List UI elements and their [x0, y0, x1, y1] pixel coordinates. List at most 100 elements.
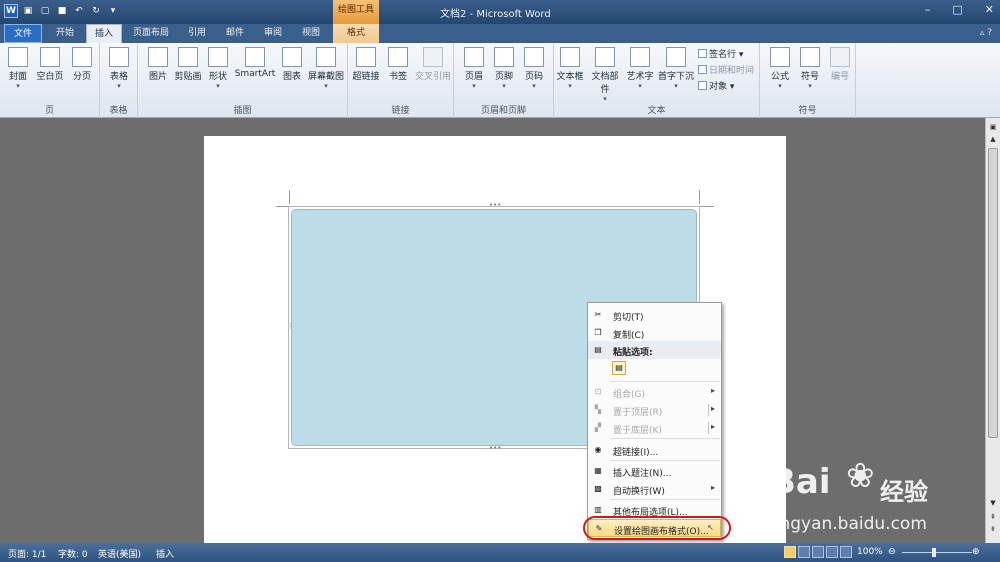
- textbox-icon: [560, 47, 580, 67]
- context-menu: ✂ 剪切(T) ❐ 复制(C) ▤ 粘贴选项: ⊡ 组合(G) ▸ ▚ 置于顶层(R) ▸ ▞…: [587, 302, 722, 540]
- chart-button[interactable]: 图表: [278, 47, 306, 82]
- header-button[interactable]: 页眉 ▾: [460, 47, 488, 90]
- smartart-button[interactable]: SmartArt: [234, 47, 276, 79]
- open-folder-icon[interactable]: ▣: [21, 4, 35, 18]
- save-icon[interactable]: ■: [55, 4, 69, 18]
- menu-item-bring-to-front[interactable]: ▚ 置于顶层(R) ▸: [588, 401, 721, 419]
- canvas-handle-left[interactable]: ⋮: [287, 322, 294, 330]
- baidu-watermark: Bai ❀ 经验 jingyan.baidu.com: [770, 456, 990, 542]
- tab-references[interactable]: 引用: [180, 24, 214, 43]
- maximize-button[interactable]: □: [952, 3, 962, 16]
- textbox-button[interactable]: 文本框 ▾: [556, 47, 584, 90]
- blank-page-icon: [40, 47, 60, 67]
- tab-view[interactable]: 视图: [294, 24, 328, 43]
- redo-icon[interactable]: ↻: [89, 4, 103, 18]
- menu-item-insert-caption[interactable]: ▦ 插入题注(N)...: [588, 462, 721, 480]
- bookmark-button[interactable]: 书签: [384, 47, 412, 82]
- cover-page-button[interactable]: 封面 ▾: [4, 47, 32, 90]
- blank-page-button[interactable]: 空白页: [36, 47, 64, 82]
- menu-item-group[interactable]: ⊡ 组合(G) ▸: [588, 383, 721, 401]
- hyperlink-button[interactable]: 超链接: [352, 47, 380, 82]
- zoom-level[interactable]: 100%: [857, 547, 883, 557]
- ruler-toggle-icon[interactable]: ▣: [988, 122, 998, 132]
- tab-file[interactable]: 文件: [4, 24, 42, 43]
- cross-reference-button[interactable]: 交叉引用: [414, 47, 452, 82]
- word-count[interactable]: 字数: 0: [58, 547, 88, 560]
- word-logo-icon[interactable]: W: [4, 4, 18, 18]
- close-button[interactable]: ✕: [985, 3, 994, 16]
- menu-item-copy[interactable]: ❐ 复制(C): [588, 324, 721, 342]
- title-bar: W ▣ ▢ ■ ↶ ↻ ▾ 绘图工具 文档2 - Microsoft Word …: [0, 0, 1000, 24]
- header-icon: [464, 47, 484, 67]
- tab-insert[interactable]: 插入: [86, 24, 122, 43]
- baidu-logo-text: Bai: [770, 462, 831, 502]
- scrollbar-thumb[interactable]: [988, 148, 998, 438]
- outline-view-icon[interactable]: [826, 546, 838, 558]
- tab-page-layout[interactable]: 页面布局: [126, 24, 176, 43]
- screenshot-button[interactable]: 屏幕截图 ▾: [306, 47, 346, 90]
- red-highlight-annotation: [583, 516, 731, 540]
- canvas-handle-top[interactable]: •••: [489, 201, 501, 209]
- object-button[interactable]: 对象 ▾: [698, 79, 734, 92]
- table-button[interactable]: 表格 ▾: [105, 47, 133, 90]
- cover-page-icon: [8, 47, 28, 67]
- group-label-symbols: 符号: [798, 106, 817, 116]
- tab-home[interactable]: 开始: [48, 24, 82, 43]
- undo-icon[interactable]: ↶: [72, 4, 86, 18]
- zoom-in-icon[interactable]: ⊕: [972, 547, 980, 557]
- date-time-button[interactable]: 日期和时间: [698, 63, 754, 76]
- baidu-jingyan-text: 经验: [880, 478, 928, 506]
- equation-button[interactable]: 公式 ▾: [766, 47, 794, 90]
- customize-qat-icon[interactable]: ▾: [106, 4, 120, 18]
- tab-review[interactable]: 审阅: [256, 24, 290, 43]
- scroll-up-icon[interactable]: ▲: [988, 134, 998, 144]
- menu-item-hyperlink[interactable]: ◉ 超链接(I)...: [588, 441, 721, 459]
- window-controls: – □ ✕: [925, 3, 994, 16]
- quick-parts-button[interactable]: 文档部件 ▾: [588, 47, 622, 103]
- zoom-slider-knob[interactable]: [932, 548, 936, 557]
- page-break-button[interactable]: 分页: [68, 47, 96, 82]
- page-count[interactable]: 页面: 1/1: [8, 547, 46, 560]
- group-text: 文本框 ▾ 文档部件 ▾ 艺术字 ▾ 首字下沉 ▾ 签名行 ▾ 日期和时间 对象 ▾ 文…: [554, 43, 760, 118]
- shapes-button[interactable]: 形状 ▾: [204, 47, 232, 90]
- language-indicator[interactable]: 英语(美国): [98, 547, 141, 560]
- zoom-out-icon[interactable]: ⊖: [888, 547, 896, 557]
- draft-view-icon[interactable]: [840, 546, 852, 558]
- signature-line-button[interactable]: 签名行 ▾: [698, 47, 743, 60]
- group-header-footer: 页眉 ▾ 页脚 ▾ 页码 ▾ 页眉和页脚: [454, 43, 554, 118]
- picture-icon: [148, 47, 168, 67]
- crop-mark: [699, 190, 700, 204]
- group-tables: 表格 ▾ 表格: [100, 43, 138, 118]
- new-document-icon[interactable]: ▢: [38, 4, 52, 18]
- signature-icon: [698, 49, 707, 58]
- zoom-slider[interactable]: [902, 552, 972, 553]
- group-label-header-footer: 页眉和页脚: [480, 106, 526, 116]
- drop-cap-button[interactable]: 首字下沉 ▾: [658, 47, 694, 90]
- layout-options-icon: ▥: [594, 505, 602, 514]
- minimize-button[interactable]: –: [925, 3, 931, 16]
- symbol-button[interactable]: 符号 ▾: [796, 47, 824, 90]
- wordart-button[interactable]: 艺术字 ▾: [626, 47, 654, 90]
- menu-item-send-to-back[interactable]: ▞ 置于底层(K) ▸: [588, 419, 721, 437]
- canvas-handle-bottom[interactable]: •••: [489, 444, 501, 452]
- page-number-icon: [524, 47, 544, 67]
- number-icon: [830, 47, 850, 67]
- menu-item-text-wrapping[interactable]: ▩ 自动换行(W) ▸: [588, 480, 721, 498]
- insert-mode-indicator[interactable]: 插入: [156, 547, 174, 560]
- picture-button[interactable]: 图片: [144, 47, 172, 82]
- table-icon: [109, 47, 129, 67]
- bring-front-icon: ▚: [594, 405, 602, 414]
- tab-format[interactable]: 格式: [333, 24, 379, 43]
- group-label-text: 文本: [647, 106, 666, 116]
- full-screen-reading-icon[interactable]: [798, 546, 810, 558]
- menu-item-cut[interactable]: ✂ 剪切(T): [588, 306, 721, 324]
- footer-button[interactable]: 页脚 ▾: [490, 47, 518, 90]
- web-layout-icon[interactable]: [812, 546, 824, 558]
- number-button[interactable]: 编号: [826, 47, 854, 82]
- ribbon-controls[interactable]: ▵ ?: [980, 28, 992, 38]
- clipart-button[interactable]: 剪贴画: [174, 47, 202, 82]
- page-number-button[interactable]: 页码 ▾: [520, 47, 548, 90]
- paste-keep-format-button[interactable]: ▤: [612, 361, 626, 375]
- print-layout-view-icon[interactable]: [784, 546, 796, 558]
- tab-mailings[interactable]: 邮件: [218, 24, 252, 43]
